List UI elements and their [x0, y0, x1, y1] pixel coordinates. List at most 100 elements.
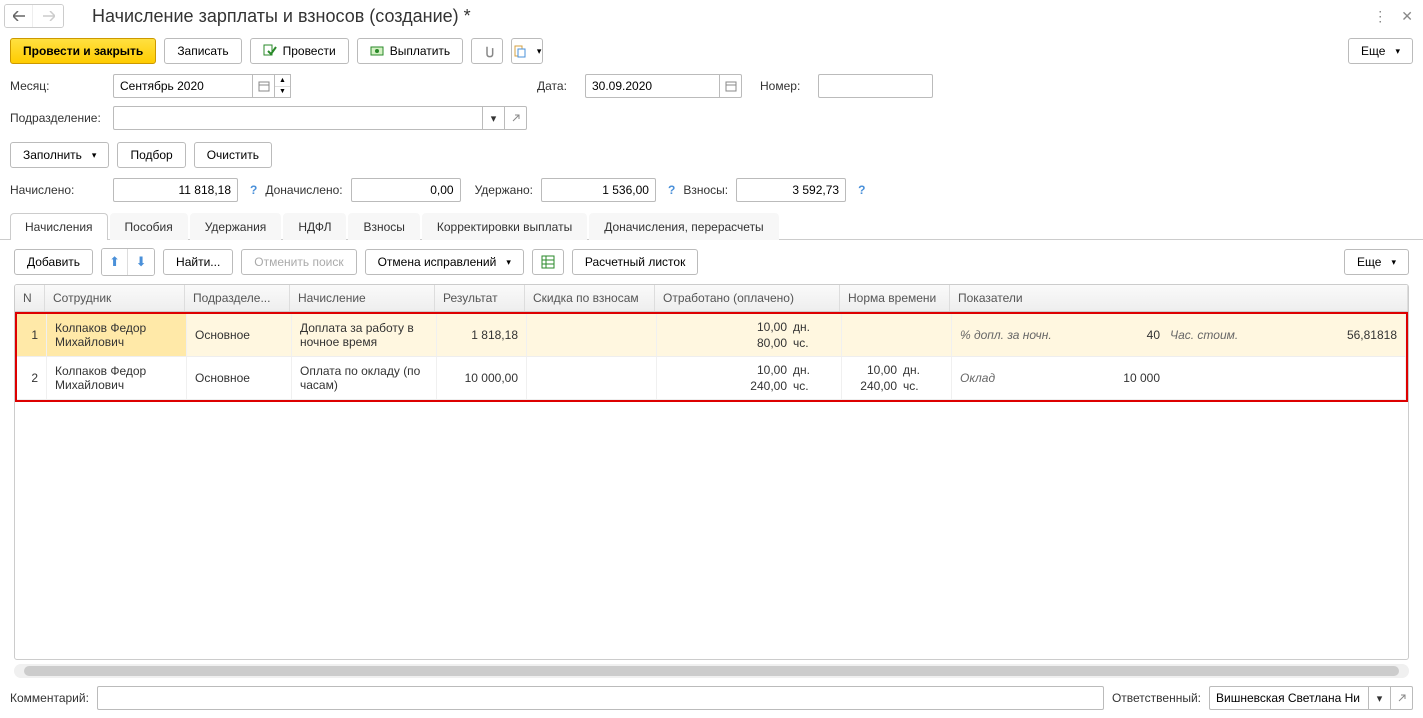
cell-department: Основное [187, 357, 292, 399]
department-label: Подразделение: [10, 111, 105, 125]
col-norm[interactable]: Норма времени [840, 285, 950, 311]
accruals-table: N Сотрудник Подразделе... Начисление Рез… [14, 284, 1409, 660]
kebab-menu-icon[interactable]: ⋮ [1373, 8, 1387, 25]
col-accrual[interactable]: Начисление [290, 285, 435, 311]
col-worked[interactable]: Отработано (оплачено) [655, 285, 840, 311]
horizontal-scrollbar[interactable] [14, 664, 1409, 678]
table-settings-button[interactable] [532, 249, 564, 275]
cell-norm: 10,00дн. 240,00чс. [842, 357, 952, 399]
attach-button[interactable] [471, 38, 503, 64]
cell-n: 1 [17, 314, 47, 356]
fill-button[interactable]: Заполнить [10, 142, 109, 168]
tab-more-button[interactable]: Еще [1344, 249, 1409, 275]
clear-button[interactable]: Очистить [194, 142, 272, 168]
number-input[interactable] [818, 74, 933, 98]
paperclip-icon [480, 44, 494, 58]
withheld-value[interactable] [541, 178, 656, 202]
more-button[interactable]: Еще [1348, 38, 1413, 64]
table-row[interactable]: 2 Колпаков Федор Михайлович Основное Опл… [17, 357, 1406, 400]
save-button[interactable]: Записать [164, 38, 241, 64]
move-down-button[interactable]: ⬇ [128, 249, 154, 275]
help-icon[interactable]: ? [858, 183, 865, 197]
tabs: Начисления Пособия Удержания НДФЛ Взносы… [0, 212, 1423, 240]
move-buttons: ⬆ ⬇ [101, 248, 155, 276]
payslip-button[interactable]: Расчетный листок [572, 249, 698, 275]
tab-contributions[interactable]: Взносы [348, 213, 419, 240]
department-input[interactable] [113, 106, 483, 130]
open-icon[interactable] [505, 106, 527, 130]
find-button[interactable]: Найти... [163, 249, 233, 275]
move-up-button[interactable]: ⬆ [102, 249, 128, 275]
date-label: Дата: [537, 79, 577, 93]
window-title: Начисление зарплаты и взносов (создание)… [72, 6, 1365, 27]
cell-result: 1 818,18 [437, 314, 527, 356]
open-icon[interactable] [1391, 686, 1413, 710]
table-header: N Сотрудник Подразделе... Начисление Рез… [15, 285, 1408, 312]
post-button[interactable]: Провести [250, 38, 349, 64]
cell-discount [527, 357, 657, 399]
additional-value[interactable] [351, 178, 461, 202]
report-dropdown-button[interactable] [511, 38, 543, 64]
tab-benefits[interactable]: Пособия [110, 213, 188, 240]
additional-label: Доначислено: [265, 183, 342, 197]
cell-discount [527, 314, 657, 356]
cell-indicators: Оклад10 000 [952, 357, 1406, 399]
cell-accrual: Доплата за работу в ночное время [292, 314, 437, 356]
cell-accrual: Оплата по окладу (по часам) [292, 357, 437, 399]
col-result[interactable]: Результат [435, 285, 525, 311]
table-row[interactable]: 1 Колпаков Федор Михайлович Основное Доп… [17, 314, 1406, 357]
comment-input[interactable] [97, 686, 1104, 710]
calendar-icon[interactable] [720, 74, 742, 98]
comment-label: Комментарий: [10, 691, 89, 705]
dropdown-icon[interactable]: ▾ [483, 106, 505, 130]
col-discount[interactable]: Скидка по взносам [525, 285, 655, 311]
col-department[interactable]: Подразделе... [185, 285, 290, 311]
month-label: Месяц: [10, 79, 105, 93]
cell-worked: 10,00дн. 80,00чс. [657, 314, 842, 356]
tab-recalc[interactable]: Доначисления, перерасчеты [589, 213, 778, 240]
cancel-fix-button[interactable]: Отмена исправлений [365, 249, 524, 275]
money-icon [370, 44, 384, 58]
nav-back-button[interactable] [5, 5, 33, 27]
responsible-input[interactable] [1209, 686, 1369, 710]
cancel-search-button: Отменить поиск [241, 249, 356, 275]
tab-corrections[interactable]: Корректировки выплаты [422, 213, 587, 240]
calendar-icon[interactable] [253, 74, 275, 98]
col-n[interactable]: N [15, 285, 45, 311]
responsible-label: Ответственный: [1112, 691, 1201, 705]
number-label: Номер: [760, 79, 810, 93]
close-icon[interactable]: ✕ [1401, 8, 1413, 25]
contrib-label: Взносы: [683, 183, 728, 197]
nav-buttons [4, 4, 64, 28]
cell-worked: 10,00дн. 240,00чс. [657, 357, 842, 399]
col-indicators[interactable]: Показатели [950, 285, 1408, 311]
tab-ndfl[interactable]: НДФЛ [283, 213, 346, 240]
cell-employee: Колпаков Федор Михайлович [47, 314, 187, 356]
cell-result: 10 000,00 [437, 357, 527, 399]
cell-employee: Колпаков Федор Михайлович [47, 357, 187, 399]
withheld-label: Удержано: [475, 183, 533, 197]
tab-accruals[interactable]: Начисления [10, 213, 108, 240]
cell-n: 2 [17, 357, 47, 399]
accrued-value[interactable] [113, 178, 238, 202]
dropdown-icon[interactable]: ▾ [1369, 686, 1391, 710]
cell-norm [842, 314, 952, 356]
col-employee[interactable]: Сотрудник [45, 285, 185, 311]
help-icon[interactable]: ? [250, 183, 257, 197]
post-icon [263, 44, 277, 58]
pick-button[interactable]: Подбор [117, 142, 185, 168]
tab-withholdings[interactable]: Удержания [190, 213, 282, 240]
nav-forward-button[interactable] [35, 5, 63, 27]
accrued-label: Начислено: [10, 183, 105, 197]
add-row-button[interactable]: Добавить [14, 249, 93, 275]
month-spinner[interactable]: ▲▼ [275, 74, 291, 98]
report-icon [513, 44, 527, 58]
help-icon[interactable]: ? [668, 183, 675, 197]
cell-department: Основное [187, 314, 292, 356]
cell-indicators: % допл. за ночн.40 Час. стоим.56,81818 [952, 314, 1406, 356]
month-input[interactable] [113, 74, 253, 98]
contrib-value[interactable] [736, 178, 846, 202]
date-input[interactable] [585, 74, 720, 98]
post-and-close-button[interactable]: Провести и закрыть [10, 38, 156, 64]
payout-button[interactable]: Выплатить [357, 38, 464, 64]
